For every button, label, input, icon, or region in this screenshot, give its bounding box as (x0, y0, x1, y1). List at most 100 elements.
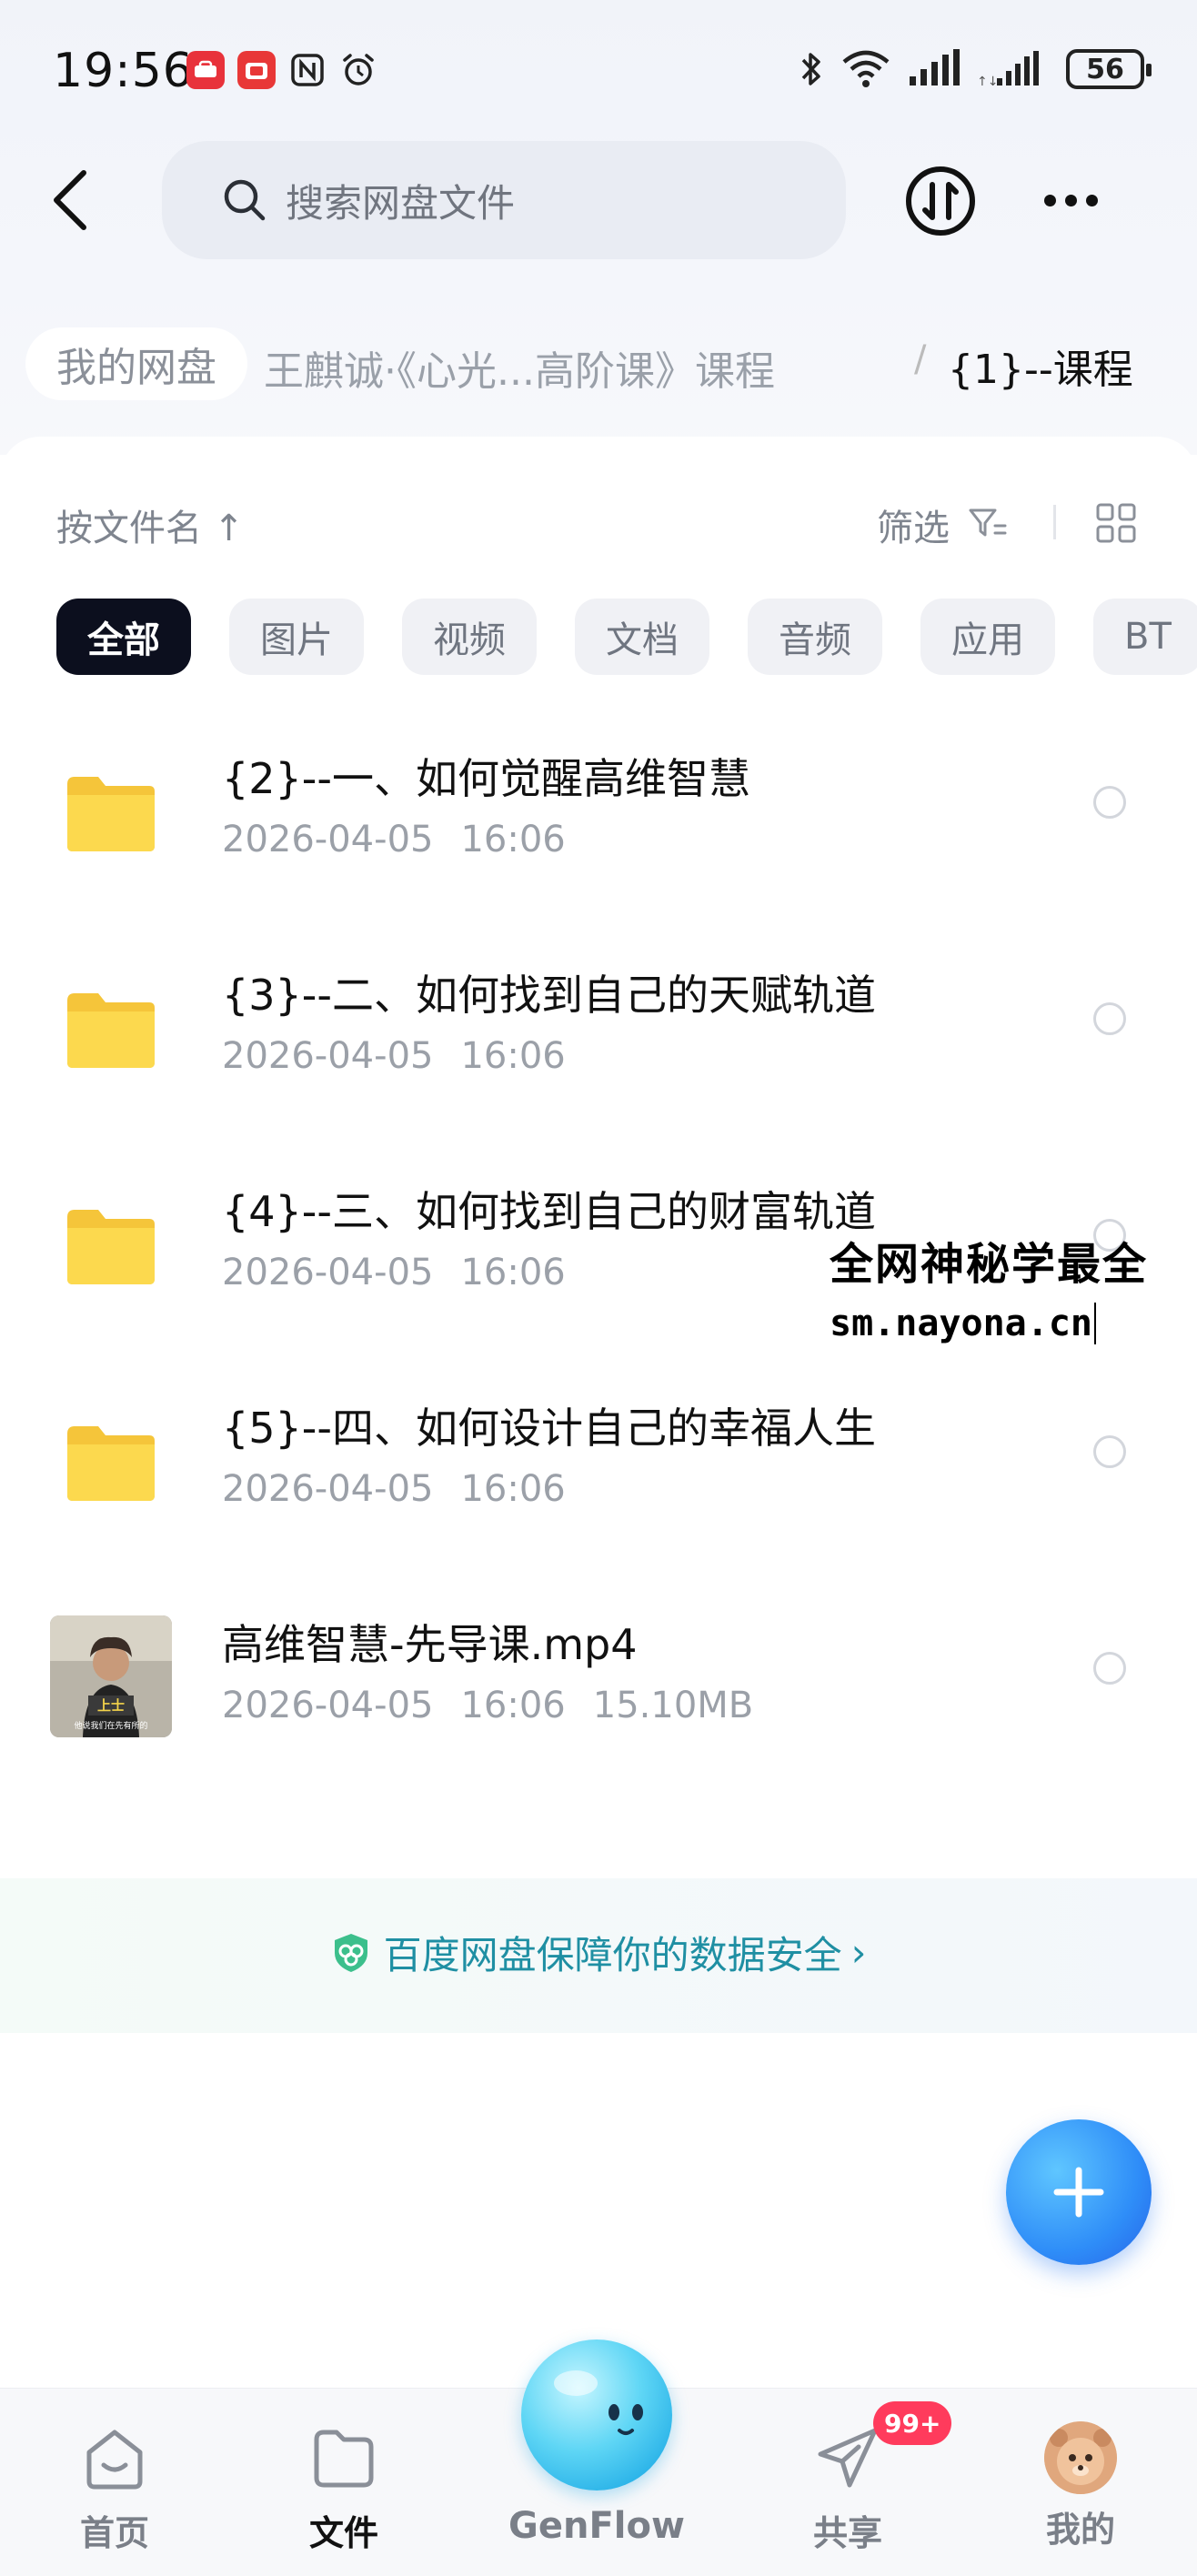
more-dot-icon (1065, 194, 1077, 206)
back-button[interactable] (45, 164, 100, 236)
thumb-caption-bottom: 他说我们在先有所的 (74, 1720, 147, 1731)
file-time: 16:06 (460, 1252, 566, 1293)
more-button[interactable] (1044, 182, 1110, 218)
genflow-mascot-icon (554, 2370, 643, 2435)
folder-icon (67, 1426, 155, 1501)
breadcrumb-separator: / (914, 338, 927, 380)
nav-share-label: 共享 (812, 2513, 882, 2553)
chip-apps[interactable]: 应用 (920, 599, 1055, 675)
grid-view-icon[interactable] (1095, 502, 1137, 544)
signal-icon-2: ↑↓ (977, 51, 1039, 89)
nav-files-label: 文件 (308, 2513, 378, 2553)
file-time: 16:06 (460, 1035, 566, 1077)
file-date: 2026-04-05 (222, 1685, 434, 1726)
status-right-icons: ↑↓ 56 (799, 49, 1152, 89)
thumb-caption-top: 上士 (97, 1697, 125, 1714)
file-type-filters: 全部 图片 视频 文档 音频 应用 BT (56, 599, 1197, 675)
genflow-button[interactable] (521, 2340, 672, 2490)
bluetooth-icon (801, 53, 820, 86)
chevron-left-icon (54, 170, 86, 230)
file-time: 16:06 (460, 819, 566, 860)
file-row[interactable]: 上士 他说我们在先有所的 高维智慧-先导课.mp4 2026-04-05 16:0… (0, 1612, 1197, 1794)
filter-icon[interactable] (968, 506, 1008, 542)
select-radio[interactable] (1093, 786, 1126, 819)
file-name: {5}--四、如何设计自己的幸福人生 (222, 1404, 876, 1453)
file-row[interactable]: {3}--二、如何找到自己的天赋轨道 2026-04-05 16:06 (0, 962, 1197, 1144)
chip-documents[interactable]: 文档 (575, 599, 709, 675)
folder-nav-icon (314, 2430, 374, 2488)
file-time: 16:06 (460, 1468, 566, 1510)
add-button[interactable] (1006, 2119, 1152, 2265)
file-meta: 2026-04-05 16:06 (222, 819, 566, 860)
file-meta: 2026-04-05 16:06 15.10MB (222, 1685, 753, 1726)
folder-icon (67, 777, 155, 851)
alarm-icon (339, 51, 377, 89)
file-row[interactable]: {2}--一、如何觉醒高维智慧 2026-04-05 16:06 (0, 746, 1197, 928)
select-radio[interactable] (1093, 1002, 1126, 1035)
filter-button[interactable]: 筛选 (877, 498, 950, 551)
huawei-app-icon (186, 51, 225, 89)
notification-icons (186, 51, 377, 89)
security-text: 百度网盘保障你的数据安全 (383, 1933, 842, 1977)
nfc-icon (288, 51, 327, 89)
file-name: {3}--二、如何找到自己的天赋轨道 (222, 971, 876, 1020)
chip-bt[interactable]: BT (1093, 599, 1197, 675)
status-bar: 19:56 ↑↓ 56 (0, 36, 1197, 109)
nav-mine-label: 我的 (1045, 2510, 1115, 2550)
shield-icon (334, 1933, 367, 1972)
nav-home[interactable]: 首页 (42, 2421, 187, 2555)
plus-icon (1053, 2167, 1104, 2218)
chip-images[interactable]: 图片 (229, 599, 364, 675)
chip-all[interactable]: 全部 (56, 599, 191, 675)
svg-text:↑↓: ↑↓ (977, 75, 998, 89)
battery-indicator: 56 (1066, 49, 1152, 89)
file-name: {2}--一、如何觉醒高维智慧 (222, 754, 750, 803)
search-icon (224, 179, 266, 221)
nav-home-label: 首页 (79, 2513, 149, 2553)
transfer-icon (906, 166, 975, 236)
sort-button[interactable]: 按文件名 ↑ (56, 498, 244, 551)
transfer-button[interactable] (904, 165, 977, 237)
file-name: {4}--三、如何找到自己的财富轨道 (222, 1187, 876, 1236)
share-count-badge: 99+ (873, 2401, 952, 2445)
avatar (1044, 2421, 1117, 2494)
breadcrumb-current: {1}--课程 (948, 347, 1133, 393)
file-date: 2026-04-05 (222, 1035, 434, 1077)
wifi-icon (842, 50, 890, 87)
file-meta: 2026-04-05 16:06 (222, 1252, 566, 1293)
breadcrumb-parent[interactable]: 王麒诚·《心光...高阶课》课程 (264, 338, 775, 397)
security-notice[interactable]: 百度网盘保障你的数据安全 › (0, 1925, 1197, 1980)
chip-videos[interactable]: 视频 (402, 599, 537, 675)
nav-mine[interactable]: 我的 (1008, 2421, 1153, 2551)
status-time: 19:56 (53, 44, 194, 98)
home-icon (86, 2430, 143, 2490)
nav-genflow-label: GenFlow (508, 2505, 685, 2547)
nav-files[interactable]: 文件 (271, 2421, 417, 2555)
file-time: 16:06 (460, 1685, 566, 1726)
search-input[interactable]: 搜索网盘文件 (162, 141, 846, 259)
file-name: 高维智慧-先导课.mp4 (222, 1620, 638, 1669)
watermark-overlay: 全网神秘学最全 sm.nayona.cn (830, 1228, 1148, 1344)
file-row[interactable]: {5}--四、如何设计自己的幸福人生 2026-04-05 16:06 (0, 1395, 1197, 1577)
chip-audio[interactable]: 音频 (748, 599, 882, 675)
select-radio[interactable] (1093, 1435, 1126, 1468)
signal-icon-1 (910, 49, 960, 86)
chevron-right-icon: › (850, 1930, 867, 1975)
folder-icon (67, 1210, 155, 1284)
red-app-icon (237, 51, 276, 89)
file-meta: 2026-04-05 16:06 (222, 1035, 566, 1077)
breadcrumb: 我的网盘 王麒诚·《心光...高阶课》课程 / {1}--课程 (0, 327, 1197, 400)
toolbar-divider (1053, 505, 1056, 539)
more-dot-icon (1044, 194, 1056, 206)
more-dot-icon (1086, 194, 1098, 206)
breadcrumb-root[interactable]: 我的网盘 (25, 327, 247, 400)
send-icon (818, 2428, 878, 2488)
file-meta: 2026-04-05 16:06 (222, 1468, 566, 1510)
video-preview-image: 上士 他说我们在先有所的 (50, 1615, 172, 1737)
video-thumbnail: 上士 他说我们在先有所的 (50, 1615, 172, 1737)
file-date: 2026-04-05 (222, 1252, 434, 1293)
select-radio[interactable] (1093, 1652, 1126, 1685)
search-placeholder: 搜索网盘文件 (286, 180, 516, 226)
watermark-line1: 全网神秘学最全 (830, 1239, 1149, 1290)
file-date: 2026-04-05 (222, 1468, 434, 1510)
